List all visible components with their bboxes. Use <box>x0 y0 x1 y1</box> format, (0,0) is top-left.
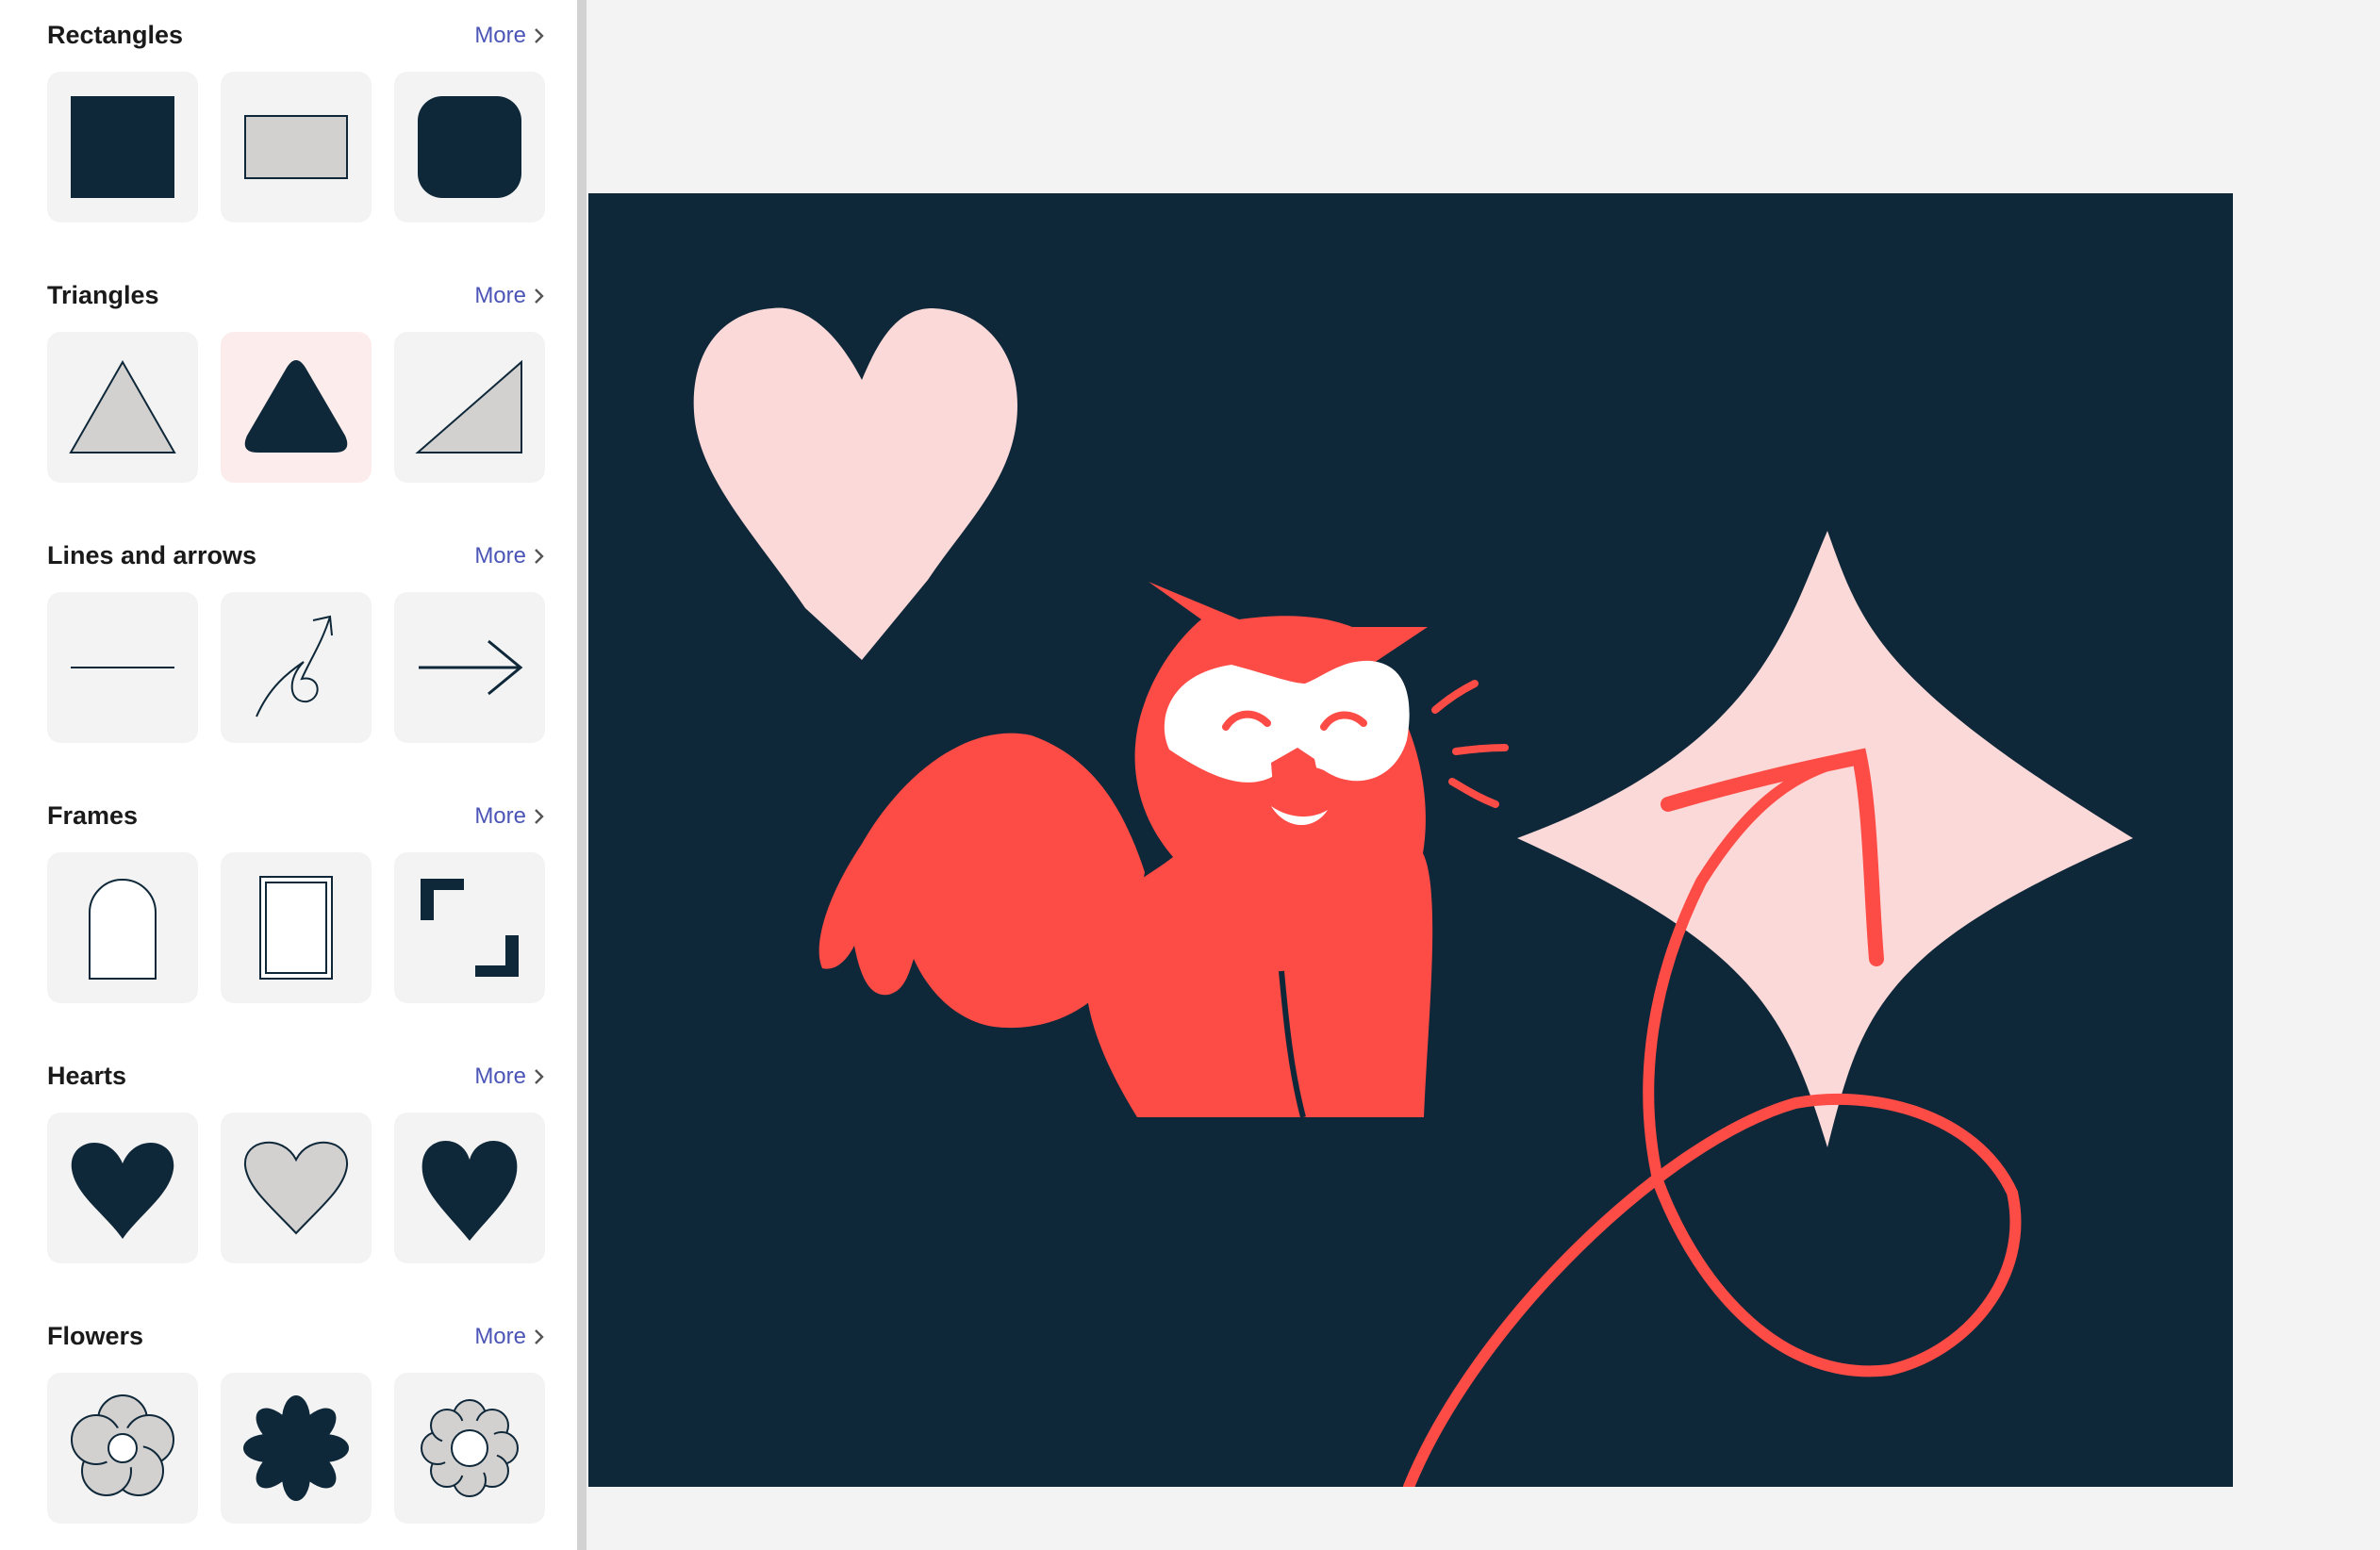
pink-four-point-star-shape[interactable] <box>1517 531 2133 1147</box>
chevron-right-icon <box>535 809 544 824</box>
more-label: More <box>474 803 526 829</box>
section-title: Lines and arrows <box>47 541 257 569</box>
more-label: More <box>474 23 526 48</box>
filled-square-icon <box>71 96 174 198</box>
more-frames-link[interactable]: More <box>474 803 545 830</box>
tile-rounded-triangle[interactable] <box>221 332 372 483</box>
more-lines-link[interactable]: More <box>474 543 545 569</box>
chevron-right-icon <box>535 289 544 304</box>
chevron-right-icon <box>535 1329 544 1344</box>
eight-petal-flower-icon <box>243 1395 349 1501</box>
tile-squiggle-arrow[interactable] <box>221 592 372 743</box>
double-rectangle-frame-icon <box>259 876 333 980</box>
outlined-triangle-icon <box>69 359 176 453</box>
owl-sparkle-marks <box>1431 680 1509 808</box>
scalloped-flower-icon <box>421 1399 519 1497</box>
owl-body <box>1085 582 1433 1117</box>
tile-right-triangle[interactable] <box>394 332 545 483</box>
chevron-right-icon <box>535 1069 544 1084</box>
more-label: More <box>474 543 526 569</box>
rounded-square-icon <box>418 96 521 198</box>
section-hearts: Hearts More <box>0 1041 577 1301</box>
section-lines-and-arrows: Lines and arrows More <box>0 520 577 781</box>
rounded-triangle-icon <box>244 360 348 453</box>
tile-filled-square[interactable] <box>47 72 198 223</box>
more-label: More <box>474 1324 526 1349</box>
outlined-heart-icon <box>243 1141 349 1235</box>
outlined-rectangle-icon <box>244 115 348 179</box>
panel-divider[interactable] <box>577 0 587 1550</box>
arrow-right-icon <box>419 639 523 696</box>
corner-brackets-frame-icon <box>421 879 519 977</box>
section-rectangles: Rectangles More <box>0 0 577 260</box>
section-title: Frames <box>47 801 139 830</box>
section-frames: Frames More <box>0 781 577 1041</box>
section-title: Rectangles <box>47 21 184 49</box>
more-triangles-link[interactable]: More <box>474 283 545 309</box>
more-rectangles-link[interactable]: More <box>474 23 545 49</box>
tile-rounded-square[interactable] <box>394 72 545 223</box>
right-triangle-icon <box>415 359 522 453</box>
shapes-panel: Rectangles More Triangles More Lines and… <box>0 0 577 1550</box>
more-flowers-link[interactable]: More <box>474 1324 545 1350</box>
artboard[interactable] <box>588 193 2233 1487</box>
tile-filled-heart[interactable] <box>47 1113 198 1263</box>
tile-outlined-heart[interactable] <box>221 1113 372 1263</box>
section-flowers: Flowers More <box>0 1301 577 1550</box>
tile-outlined-rectangle[interactable] <box>221 72 372 223</box>
tall-heart-icon <box>421 1140 518 1241</box>
tile-corner-brackets-frame[interactable] <box>394 852 545 1003</box>
artboard-artwork <box>693 307 2133 1487</box>
more-label: More <box>474 283 526 308</box>
pink-heart-shape[interactable] <box>693 307 1017 660</box>
section-title: Triangles <box>47 281 159 309</box>
tile-outlined-triangle[interactable] <box>47 332 198 483</box>
tile-tall-heart[interactable] <box>394 1113 545 1263</box>
tile-double-rectangle-frame[interactable] <box>221 852 372 1003</box>
tile-five-petal-flower[interactable] <box>47 1373 198 1524</box>
tile-arrow-right[interactable] <box>394 592 545 743</box>
tile-scalloped-flower[interactable] <box>394 1373 545 1524</box>
owl-illustration[interactable] <box>818 582 1509 1118</box>
five-petal-flower-icon <box>71 1394 174 1496</box>
squiggle-arrow-icon <box>256 615 333 717</box>
chevron-right-icon <box>535 549 544 564</box>
chevron-right-icon <box>535 28 544 43</box>
canvas-workspace[interactable] <box>587 0 2380 1550</box>
arch-frame-icon <box>89 879 157 980</box>
tile-straight-line[interactable] <box>47 592 198 743</box>
more-label: More <box>474 1064 526 1089</box>
section-triangles: Triangles More <box>0 260 577 520</box>
filled-heart-icon <box>71 1142 174 1239</box>
tile-eight-petal-flower[interactable] <box>221 1373 372 1524</box>
straight-line-icon <box>71 667 174 668</box>
section-title: Hearts <box>47 1062 127 1090</box>
section-title: Flowers <box>47 1322 144 1350</box>
tile-arch-frame[interactable] <box>47 852 198 1003</box>
more-hearts-link[interactable]: More <box>474 1064 545 1090</box>
